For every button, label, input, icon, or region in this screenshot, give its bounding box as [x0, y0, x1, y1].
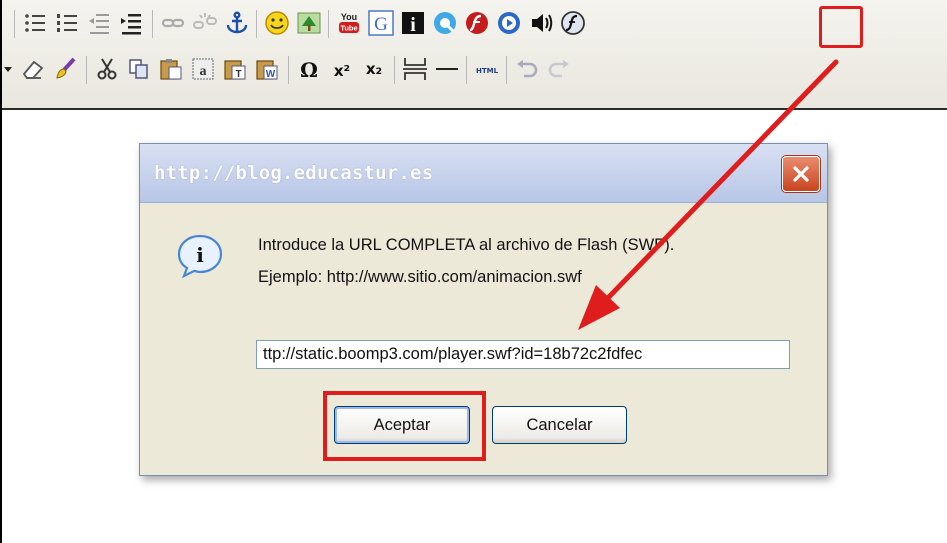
outdent-icon[interactable]	[86, 10, 112, 36]
ok-button[interactable]: Aceptar	[334, 406, 470, 444]
anchor-icon[interactable]	[224, 10, 250, 36]
flash-icon[interactable]	[560, 10, 586, 36]
dialog-message-line2: Ejemplo: http://www.sitio.com/animacion.…	[258, 268, 582, 286]
html-icon[interactable]: HTML	[474, 56, 500, 82]
flash-url-input[interactable]	[256, 340, 790, 369]
close-icon	[793, 166, 809, 182]
horizontal-rule-icon[interactable]	[434, 56, 460, 82]
omega-label: Ω	[300, 58, 318, 82]
link-icon[interactable]	[160, 10, 186, 36]
toolbar-separator	[14, 10, 15, 38]
paste-word-icon[interactable]: W	[254, 56, 280, 82]
youtube-you-label: You	[341, 12, 357, 22]
dialog-message-line1: Introduce la URL COMPLETA al archivo de …	[258, 236, 675, 254]
paste-plain-icon[interactable]: T	[222, 56, 248, 82]
svg-text:W: W	[266, 69, 276, 80]
flash-icon-highlight	[819, 6, 863, 48]
eraser-icon[interactable]	[20, 56, 46, 82]
superscript-icon[interactable]: x²	[330, 56, 356, 82]
paste-icon[interactable]	[158, 56, 184, 82]
subscript-icon[interactable]: x₂	[362, 56, 388, 82]
svg-text:T: T	[235, 69, 241, 80]
info-letter: i	[196, 243, 204, 267]
toolbar-divider	[2, 108, 947, 110]
toolbar-separator	[506, 56, 507, 84]
cancel-button[interactable]: Cancelar	[492, 406, 627, 444]
editor-page: You Tube G i a T W Ω x² x₂ HTML http://b…	[0, 0, 947, 543]
quicktime-icon[interactable]	[432, 10, 458, 36]
cut-icon[interactable]	[94, 56, 120, 82]
dialog-title: http://blog.educastur.es	[154, 162, 434, 184]
image-icon[interactable]	[296, 10, 322, 36]
copy-icon[interactable]	[126, 56, 152, 82]
svg-text:a: a	[200, 64, 207, 79]
toolbar-separator	[86, 56, 87, 84]
smiley-icon[interactable]	[264, 10, 290, 36]
flash-player-icon[interactable]	[464, 10, 490, 36]
numbered-list-icon[interactable]	[54, 10, 80, 36]
bullet-list-icon[interactable]	[22, 10, 48, 36]
flash-url-dialog: http://blog.educastur.es i Introduce la …	[139, 143, 828, 476]
html-label: HTML	[476, 67, 499, 75]
page-break-icon[interactable]	[402, 56, 428, 82]
toolbar-separator	[466, 56, 467, 84]
media-player-icon[interactable]	[496, 10, 522, 36]
brush-icon[interactable]	[52, 56, 78, 82]
youtube-icon[interactable]: You Tube	[336, 10, 362, 36]
undo-icon[interactable]	[514, 56, 540, 82]
redo-icon[interactable]	[546, 56, 572, 82]
toolbar-separator	[394, 56, 395, 84]
dialog-close-button[interactable]	[782, 156, 820, 192]
superscript-label: x²	[334, 62, 350, 80]
info-bubble-icon: i	[176, 234, 224, 279]
google-letter: G	[374, 14, 388, 35]
google-icon[interactable]: G	[368, 10, 394, 36]
speaker-icon[interactable]	[528, 10, 554, 36]
toolbar-separator	[288, 56, 289, 84]
youtube-tube-label: Tube	[340, 24, 357, 33]
toolbar-separator	[256, 10, 257, 38]
dropdown-arrow-icon[interactable]	[2, 56, 14, 82]
toolbar-separator	[328, 10, 329, 38]
info-square-icon[interactable]: i	[400, 10, 426, 36]
editor-toolbar: You Tube G i a T W Ω x² x₂ HTML	[2, 0, 947, 108]
dialog-titlebar[interactable]: http://blog.educastur.es	[140, 144, 827, 203]
omega-icon[interactable]: Ω	[296, 56, 322, 82]
indent-icon[interactable]	[118, 10, 144, 36]
info-square-letter: i	[410, 14, 416, 36]
paste-text-icon[interactable]: a	[190, 56, 216, 82]
toolbar-separator	[152, 10, 153, 38]
unlink-icon[interactable]	[192, 10, 218, 36]
subscript-label: x₂	[366, 60, 382, 78]
